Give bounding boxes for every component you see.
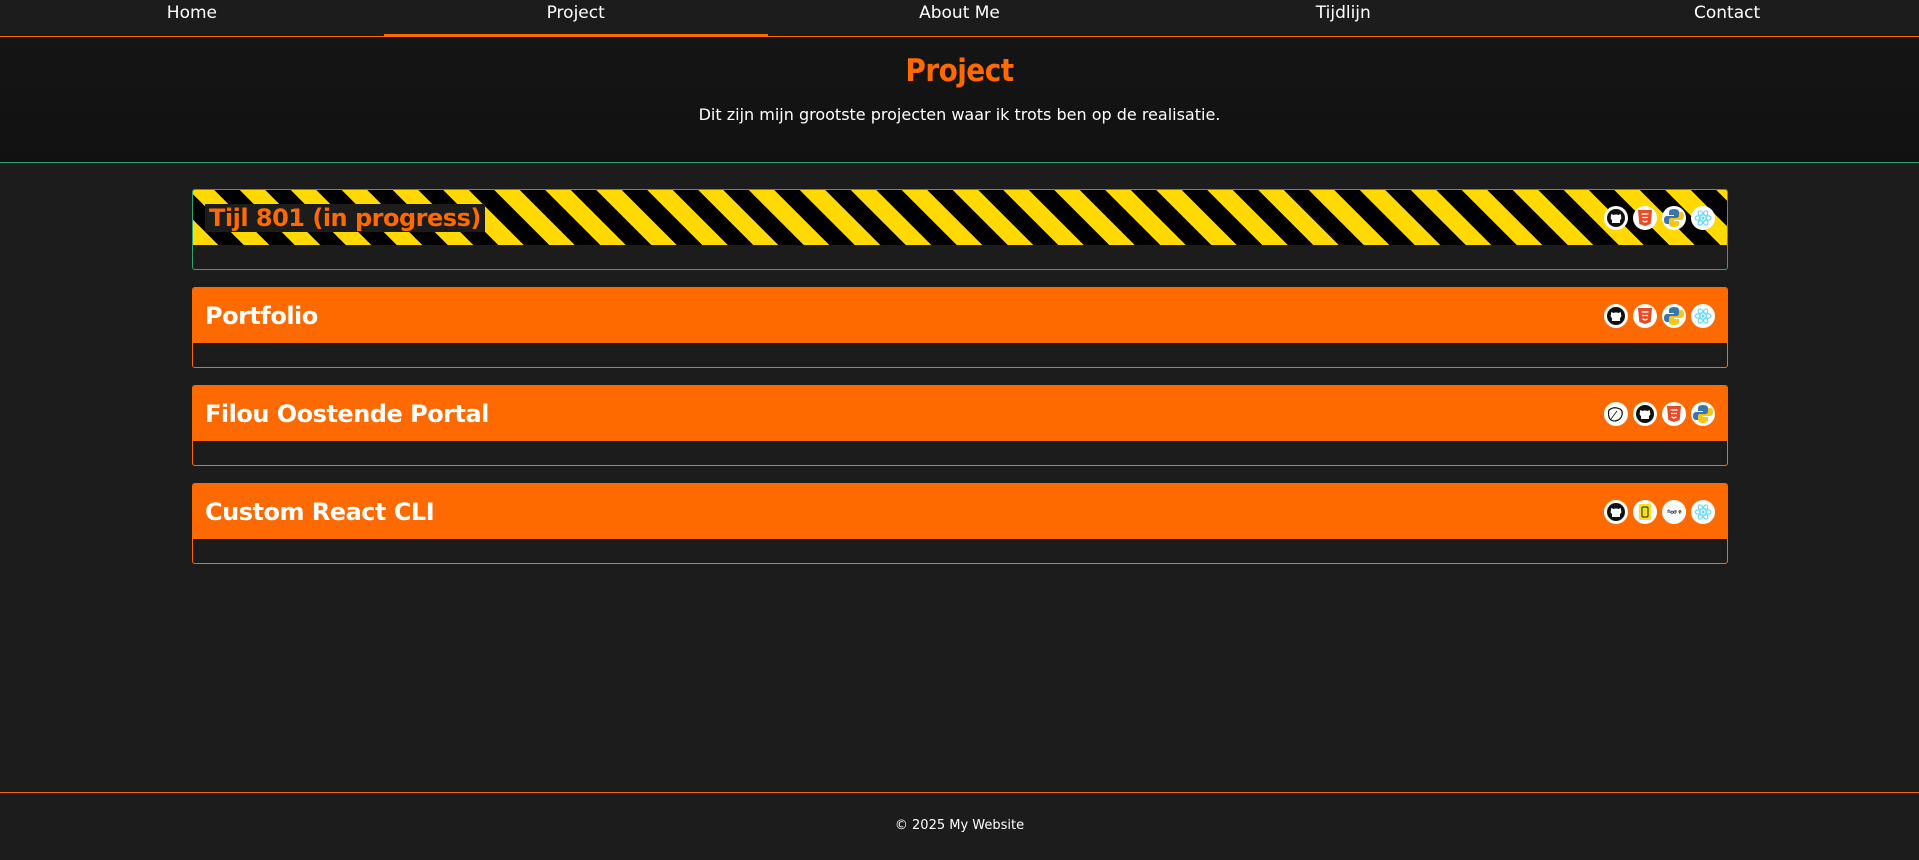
project-card[interactable]: Tijl 801 (in progress) — [192, 189, 1728, 270]
tech-icons — [1604, 303, 1715, 328]
top-nav: Home Project About Me Tijdlijn Contact — [0, 0, 1919, 37]
github-icon — [1604, 303, 1628, 328]
project-card-header[interactable]: Custom React CLI — [193, 484, 1727, 539]
nav-item-project[interactable]: Project — [383, 0, 768, 37]
html5-icon — [1662, 401, 1686, 426]
flask-icon — [1604, 401, 1628, 426]
project-card[interactable]: Custom React CLI — [192, 483, 1728, 564]
project-title: Filou Oostende Portal — [205, 399, 489, 428]
python-icon — [1662, 205, 1686, 230]
nav-item-about-me[interactable]: About Me — [768, 0, 1152, 36]
python-icon — [1691, 401, 1715, 426]
tech-icons — [1604, 401, 1715, 426]
page-title: Project — [905, 53, 1014, 89]
tech-icons — [1604, 205, 1715, 230]
project-title: Tijl 801 (in progress) — [205, 203, 485, 232]
html5-icon — [1633, 303, 1657, 328]
project-card-header[interactable]: Tijl 801 (in progress) — [193, 190, 1727, 245]
github-icon — [1633, 401, 1657, 426]
project-card[interactable]: Filou Oostende Portal — [192, 385, 1728, 466]
page-subtitle: Dit zijn mijn grootste projecten waar ik… — [698, 105, 1221, 124]
react-icon — [1691, 303, 1715, 328]
project-title: Portfolio — [205, 301, 318, 330]
github-icon — [1604, 499, 1628, 524]
python-icon — [1662, 303, 1686, 328]
project-card-header[interactable]: Portfolio — [193, 288, 1727, 343]
page-header: Project Dit zijn mijn grootste projecten… — [0, 37, 1919, 163]
react-icon — [1691, 205, 1715, 230]
react-icon — [1691, 499, 1715, 524]
project-card[interactable]: Portfolio — [192, 287, 1728, 368]
nav-item-home[interactable]: Home — [0, 0, 384, 36]
github-icon — [1604, 205, 1628, 230]
project-title: Custom React CLI — [205, 497, 435, 526]
project-card-header[interactable]: Filou Oostende Portal — [193, 386, 1727, 441]
javascript-icon — [1633, 499, 1657, 524]
tech-icons — [1604, 499, 1715, 524]
project-list: Tijl 801 (in progress) Portfolio Filou O… — [192, 189, 1728, 581]
nav-item-tijdlijn[interactable]: Tijdlijn — [1151, 0, 1535, 36]
page-footer: © 2025 My Website — [0, 792, 1919, 860]
nav-item-contact[interactable]: Contact — [1535, 0, 1919, 36]
html5-icon — [1633, 205, 1657, 230]
nodejs-icon — [1662, 499, 1686, 524]
footer-copyright: © 2025 My Website — [894, 818, 1025, 833]
